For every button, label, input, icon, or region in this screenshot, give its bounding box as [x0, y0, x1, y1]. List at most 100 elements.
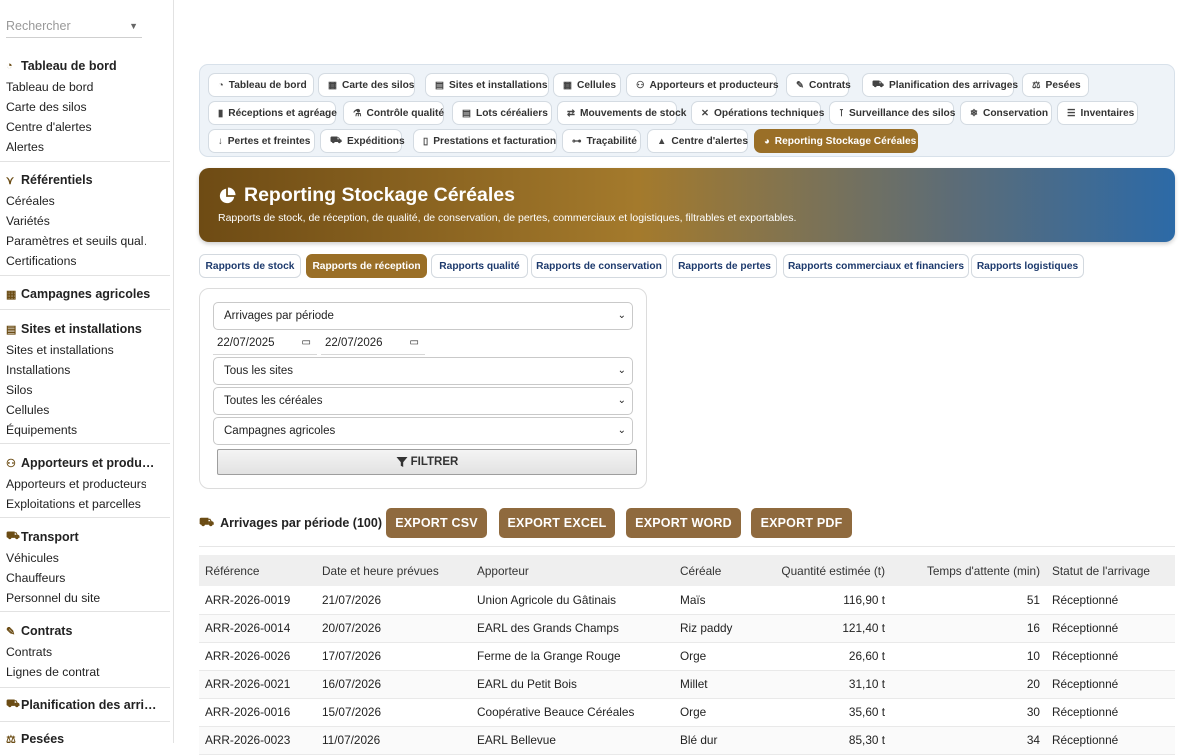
sidebar-section-transport[interactable]: ⛟ Transport [0, 527, 79, 547]
tab-rapports-de-reception[interactable]: Rapports de réception [306, 254, 427, 278]
sidebar-item-contrats[interactable]: Contrats [0, 642, 146, 662]
sidebar-section-sites-et-installations[interactable]: ▤ Sites et installations [0, 319, 142, 339]
nav-surveillance-des-silos[interactable]: ⊺ Surveillance des silos [829, 101, 955, 125]
nav-label: Traçabilité [586, 135, 637, 147]
date-from-input[interactable]: 22/07/2025 ▭ [213, 331, 317, 355]
column-header-statut-de-l-arrivage[interactable]: Statut de l'arrivage [1046, 555, 1175, 586]
nav-contrats[interactable]: ✎ Contrats [786, 73, 851, 97]
sidebar-item-personnel-du-site[interactable]: Personnel du site [0, 588, 146, 608]
cell-statut-de-l-arrivage: Réceptionné [1046, 586, 1175, 615]
tab-rapports-de-conservation[interactable]: Rapports de conservation [531, 254, 667, 278]
table-row[interactable]: ARR-2026-0014 20/07/2026 EARL des Grands C… [199, 614, 1175, 643]
cell-apporteur: Coopérative Beauce Céréales [471, 698, 674, 727]
sidebar-item-parametres-et-seuils-qual[interactable]: Paramètres et seuils qual… [0, 231, 146, 251]
export-word-button[interactable]: EXPORT WORD [626, 508, 741, 538]
nav-tableau-de-bord[interactable]: ◔ Tableau de bord [208, 73, 314, 97]
nav-centre-d-alertes[interactable]: ▲ Centre d'alertes [647, 129, 748, 153]
grid-icon: ▦ [563, 79, 572, 91]
report-type-value: Arrivages par période [224, 310, 334, 322]
column-header-cereale[interactable]: Céréale [674, 555, 751, 586]
sidebar-item-carte-des-silos[interactable]: Carte des silos [0, 97, 146, 117]
sidebar-section-campagnes-agricoles[interactable]: ▦ Campagnes agricoles [0, 284, 150, 304]
nav-pertes-et-freintes[interactable]: ↓ Pertes et freintes [208, 129, 315, 153]
sidebar-item-varietes[interactable]: Variétés [0, 211, 146, 231]
nav-lots-cerealiers[interactable]: ▤ Lots céréaliers [452, 101, 552, 125]
cell-date-et-heure-prevues: 21/07/2026 [316, 586, 471, 615]
sidebar-item-cellules[interactable]: Cellules [0, 400, 146, 420]
sidebar-item-certifications[interactable]: Certifications [0, 251, 146, 271]
table-row[interactable]: ARR-2026-0021 16/07/2026 EARL du Petit Boi… [199, 670, 1175, 699]
site-select[interactable]: Tous les sites ⌄ [213, 357, 633, 385]
nav-label: Pertes et freintes [227, 135, 311, 147]
nav-conservation[interactable]: ❄ Conservation [960, 101, 1052, 125]
search-select[interactable]: Rechercher ▼ [6, 14, 142, 38]
column-header-date-et-heure-prevues[interactable]: Date et heure prévues [316, 555, 471, 586]
table-row[interactable]: ARR-2026-0026 17/07/2026 Ferme de la Grang… [199, 642, 1175, 671]
cell-temps-d-attente-min: 51 [891, 586, 1046, 615]
date-to-input[interactable]: 22/07/2026 ▭ [321, 331, 425, 355]
column-header-temps-d-attente-min[interactable]: Temps d'attente (min) [891, 555, 1046, 586]
tab-rapports-de-pertes[interactable]: Rapports de pertes [672, 254, 777, 278]
sidebar-item-installations[interactable]: Installations [0, 360, 146, 380]
sidebar-section-planification-des-arri[interactable]: ⛟ Planification des arri… [0, 695, 156, 715]
nav-receptions-et-agreage[interactable]: ▮ Réceptions et agréage [208, 101, 337, 125]
cereal-select[interactable]: Toutes les céréales ⌄ [213, 387, 633, 415]
nav-sites-et-installations[interactable]: ▤ Sites et installations [425, 73, 549, 97]
nav-expeditions[interactable]: ⛟ Expéditions [320, 129, 405, 153]
calendar-icon[interactable]: ▭ [302, 331, 311, 355]
sidebar-item-cereales[interactable]: Céréales [0, 191, 146, 211]
sidebar-item-equipements[interactable]: Équipements [0, 420, 146, 440]
cell-quantite-estimee-t: 26,60 t [751, 642, 891, 671]
filter-button[interactable]: FILTRER [217, 449, 637, 475]
sidebar-item-chauffeurs[interactable]: Chauffeurs [0, 568, 146, 588]
column-header-apporteur[interactable]: Apporteur [471, 555, 674, 586]
tab-rapports-logistiques[interactable]: Rapports logistiques [971, 254, 1084, 278]
nav-planification-des-arrivages[interactable]: ⛟ Planification des arrivages [862, 73, 1018, 97]
calendar-icon[interactable]: ▭ [410, 331, 419, 355]
sidebar-item-alertes[interactable]: Alertes [0, 137, 146, 157]
sidebar-section-referentiels[interactable]: ⋎ Référentiels [0, 170, 93, 190]
sidebar-divider [0, 161, 170, 162]
sidebar-divider [0, 611, 170, 612]
column-header-reference[interactable]: Référence [199, 555, 316, 586]
nav-apporteurs-et-producteurs[interactable]: ⚇ Apporteurs et producteurs [626, 73, 779, 97]
nav-carte-des-silos[interactable]: ▦ Carte des silos [318, 73, 415, 97]
sidebar-item-silos[interactable]: Silos [0, 380, 146, 400]
sidebar-section-pesees[interactable]: ⚖ Pesées [0, 729, 64, 743]
sidebar-item-lignes-de-contrat[interactable]: Lignes de contrat [0, 662, 146, 682]
nav-reporting-stockage-cereales[interactable]: ◕ Reporting Stockage Céréales [754, 129, 918, 153]
tab-rapports-qualite[interactable]: Rapports qualité [431, 254, 528, 278]
tab-rapports-commerciaux-et-financiers[interactable]: Rapports commerciaux et financiers [783, 254, 969, 278]
report-title: ⛟ Arrivages par période (100) [199, 515, 382, 531]
nav-cellules[interactable]: ▦ Cellules [553, 73, 621, 97]
sidebar-item-vehicules[interactable]: Véhicules [0, 548, 146, 568]
export-excel-button[interactable]: EXPORT EXCEL [499, 508, 615, 538]
nav-operations-techniques[interactable]: ✕ Opérations techniques [691, 101, 825, 125]
sidebar-item-tableau-de-bord[interactable]: Tableau de bord [0, 77, 146, 97]
nav-inventaires[interactable]: ☰ Inventaires [1057, 101, 1138, 125]
nav-label: Opérations techniques [713, 107, 825, 119]
column-header-quantite-estimee-t[interactable]: Quantité estimée (t) [751, 555, 891, 586]
nav-tracabilite[interactable]: ⊶ Traçabilité [562, 129, 641, 153]
table-row[interactable]: ARR-2026-0023 11/07/2026 EARL Bellevue Blé … [199, 726, 1175, 755]
sidebar-section-apporteurs-et-produ[interactable]: ⚇ Apporteurs et produ… [0, 453, 154, 473]
sidebar-item-apporteurs-et-producteurs[interactable]: Apporteurs et producteurs [0, 474, 146, 494]
sidebar-item-centre-d-alertes[interactable]: Centre d'alertes [0, 117, 146, 137]
report-type-select[interactable]: Arrivages par période ⌄ [213, 302, 633, 330]
sidebar-item-exploitations-et-parcelles[interactable]: Exploitations et parcelles [0, 494, 146, 514]
export-csv-button[interactable]: EXPORT CSV [386, 508, 487, 538]
nav-label: Prestations et facturation [433, 135, 557, 147]
tab-rapports-de-stock[interactable]: Rapports de stock [199, 254, 301, 278]
nav-mouvements-de-stock[interactable]: ⇄ Mouvements de stock [557, 101, 686, 125]
nav-label: Carte des silos [341, 79, 415, 91]
nav-pesees[interactable]: ⚖ Pesées [1022, 73, 1089, 97]
export-pdf-button[interactable]: EXPORT PDF [751, 508, 852, 538]
nav-prestations-et-facturation[interactable]: ▯ Prestations et facturation [413, 129, 557, 153]
sidebar-section-tableau-de-bord[interactable]: ◔ Tableau de bord [0, 56, 117, 76]
nav-controle-qualite[interactable]: ⚗ Contrôle qualité [343, 101, 444, 125]
sidebar-item-sites-et-installations[interactable]: Sites et installations [0, 340, 146, 360]
table-row[interactable]: ARR-2026-0016 15/07/2026 Coopérative Beauc… [199, 698, 1175, 727]
sidebar-section-contrats[interactable]: ✎ Contrats [0, 621, 72, 641]
table-row[interactable]: ARR-2026-0019 21/07/2026 Union Agricole du… [199, 586, 1175, 615]
campaign-select[interactable]: Campagnes agricoles ⌄ [213, 417, 633, 445]
